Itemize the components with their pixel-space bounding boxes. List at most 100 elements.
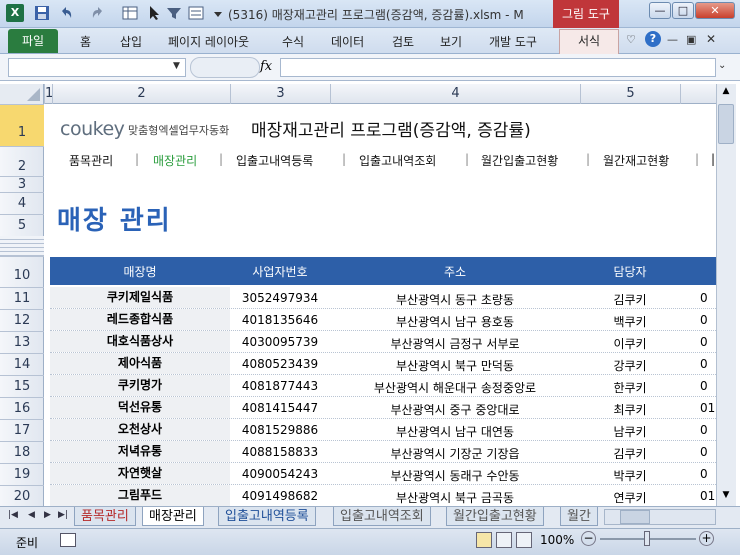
manager-cell[interactable]: 박쿠키 bbox=[580, 467, 680, 484]
phone-cell[interactable]: 0 bbox=[700, 335, 716, 349]
table-header-manager[interactable]: 담당자 bbox=[580, 263, 680, 280]
table-row[interactable]: 덕선유통 4081415447 부산광역시 중구 중앙대로 최쿠키 01 bbox=[50, 397, 716, 419]
row-header[interactable]: 2 bbox=[0, 146, 44, 176]
phone-cell[interactable]: 0 bbox=[700, 467, 716, 481]
biz-number-cell[interactable]: 4090054243 bbox=[230, 467, 330, 481]
scroll-down-icon[interactable]: ▼ bbox=[718, 490, 734, 504]
table-row[interactable]: 레드종합식품 4018135646 부산광역시 남구 용호동 백쿠키 0 bbox=[50, 309, 716, 331]
minimize-button[interactable]: — bbox=[649, 2, 671, 19]
page-break-view-icon[interactable] bbox=[516, 532, 532, 548]
store-name-cell[interactable]: 대호식품상사 bbox=[50, 331, 230, 352]
table-row[interactable]: 자연햇살 4090054243 부산광역시 동래구 수안동 박쿠키 0 bbox=[50, 463, 716, 485]
address-cell[interactable]: 부산광역시 동래구 수안동 bbox=[330, 467, 580, 484]
zoom-level[interactable]: 100% bbox=[540, 533, 574, 547]
column-header[interactable]: 5 bbox=[580, 84, 680, 104]
tab-insert[interactable]: 삽입 bbox=[120, 33, 142, 50]
filter-icon[interactable] bbox=[166, 5, 182, 21]
excel-app-icon[interactable]: X bbox=[6, 4, 24, 22]
row-header[interactable]: 19 bbox=[0, 463, 44, 485]
phone-cell[interactable]: 0 bbox=[700, 291, 716, 305]
store-name-cell[interactable]: 쿠키명가 bbox=[50, 375, 230, 396]
phone-cell[interactable]: 01 bbox=[700, 489, 716, 503]
tab-page-layout[interactable]: 페이지 레이아웃 bbox=[168, 33, 249, 50]
tab-home[interactable]: 홈 bbox=[80, 33, 91, 50]
chevron-down-icon[interactable]: ♡ bbox=[626, 33, 636, 46]
column-header[interactable]: 4 bbox=[330, 84, 580, 104]
nav-item-io-register[interactable]: 입출고내역등록 bbox=[236, 152, 313, 169]
select-all-corner[interactable] bbox=[0, 84, 44, 104]
horizontal-scroll-thumb[interactable] bbox=[620, 510, 650, 524]
table-header-biz-number[interactable]: 사업자번호 bbox=[230, 263, 330, 280]
tab-view[interactable]: 보기 bbox=[440, 33, 462, 50]
row-header[interactable]: 10 bbox=[0, 256, 44, 287]
vertical-scroll-thumb[interactable] bbox=[718, 104, 734, 144]
customize-toolbar-icon[interactable] bbox=[210, 5, 226, 21]
biz-number-cell[interactable]: 4081877443 bbox=[230, 379, 330, 393]
store-name-cell[interactable]: 제아식품 bbox=[50, 353, 230, 374]
table-header-store-name[interactable]: 매장명 bbox=[50, 263, 230, 280]
manager-cell[interactable]: 한쿠키 bbox=[580, 379, 680, 396]
normal-view-icon[interactable] bbox=[476, 532, 492, 548]
address-cell[interactable]: 부산광역시 해운대구 송정중앙로 bbox=[330, 379, 580, 396]
store-name-cell[interactable]: 덕선유통 bbox=[50, 397, 230, 418]
store-name-cell[interactable]: 오천상사 bbox=[50, 419, 230, 440]
form-icon[interactable] bbox=[188, 5, 204, 21]
table-header-address[interactable]: 주소 bbox=[330, 263, 580, 280]
table-row[interactable]: 쿠키제일식품 3052497934 부산광역시 동구 초량동 김쿠키 0 bbox=[50, 287, 716, 309]
row-header[interactable]: 12 bbox=[0, 309, 44, 331]
row-header[interactable]: 11 bbox=[0, 287, 44, 309]
address-cell[interactable]: 부산광역시 북구 만덕동 bbox=[330, 357, 580, 374]
address-cell[interactable]: 부산광역시 동구 초량동 bbox=[330, 291, 580, 308]
scroll-up-icon[interactable]: ▲ bbox=[718, 86, 734, 100]
table-row[interactable]: 쿠키명가 4081877443 부산광역시 해운대구 송정중앙로 한쿠키 0 bbox=[50, 375, 716, 397]
store-name-cell[interactable]: 자연햇살 bbox=[50, 463, 230, 484]
phone-cell[interactable]: 0 bbox=[700, 357, 716, 371]
column-header[interactable] bbox=[680, 84, 716, 104]
undo-icon[interactable] bbox=[58, 5, 74, 21]
insert-function-icon[interactable]: fx bbox=[260, 59, 272, 74]
prev-sheet-icon[interactable]: ◀ bbox=[28, 510, 35, 520]
table-row[interactable]: 제아식품 4080523439 부산광역시 북구 만덕동 강쿠키 0 bbox=[50, 353, 716, 375]
tab-formulas[interactable]: 수식 bbox=[282, 33, 304, 50]
first-sheet-icon[interactable]: |◀ bbox=[8, 510, 18, 520]
formula-expand-icon[interactable]: ⌄ bbox=[718, 60, 726, 71]
help-icon[interactable]: ? bbox=[645, 31, 661, 47]
manager-cell[interactable]: 남쿠키 bbox=[580, 423, 680, 440]
zoom-slider-thumb[interactable] bbox=[644, 531, 650, 546]
column-header[interactable]: 2 bbox=[52, 84, 230, 104]
row-header[interactable]: 1 bbox=[0, 104, 44, 146]
nav-item-io-search[interactable]: 입출고내역조회 bbox=[359, 152, 436, 169]
phone-cell[interactable]: 0 bbox=[700, 445, 716, 459]
biz-number-cell[interactable]: 3052497934 bbox=[230, 291, 330, 305]
address-cell[interactable]: 부산광역시 남구 대연동 bbox=[330, 423, 580, 440]
biz-number-cell[interactable]: 4030095739 bbox=[230, 335, 330, 349]
ribbon-close-icon[interactable]: ✕ bbox=[706, 32, 716, 46]
table-row[interactable]: 오천상사 4081529886 부산광역시 남구 대연동 남쿠키 0 bbox=[50, 419, 716, 441]
sheet-tab-io-register[interactable]: 입출고내역등록 bbox=[218, 507, 316, 526]
page-layout-view-icon[interactable] bbox=[496, 532, 512, 548]
phone-cell[interactable]: 0 bbox=[700, 379, 716, 393]
row-header[interactable]: 5 bbox=[0, 214, 44, 236]
table-icon[interactable] bbox=[122, 5, 138, 21]
nav-item-overflow[interactable]: | bbox=[711, 152, 715, 166]
address-cell[interactable]: 부산광역시 북구 금곡동 bbox=[330, 489, 580, 506]
address-cell[interactable]: 부산광역시 기장군 기장읍 bbox=[330, 445, 580, 462]
biz-number-cell[interactable]: 4091498682 bbox=[230, 489, 330, 503]
select-cursor-icon[interactable] bbox=[146, 5, 162, 21]
phone-cell[interactable]: 0 bbox=[700, 313, 716, 327]
row-header[interactable]: 16 bbox=[0, 397, 44, 419]
table-row[interactable]: 저녁유통 4088158833 부산광역시 기장군 기장읍 김쿠키 0 bbox=[50, 441, 716, 463]
biz-number-cell[interactable]: 4081415447 bbox=[230, 401, 330, 415]
manager-cell[interactable]: 연쿠키 bbox=[580, 489, 680, 506]
row-header[interactable]: 13 bbox=[0, 331, 44, 353]
row-header[interactable]: 18 bbox=[0, 441, 44, 463]
address-cell[interactable]: 부산광역시 금정구 서부로 bbox=[330, 335, 580, 352]
row-header[interactable]: 15 bbox=[0, 375, 44, 397]
row-header[interactable]: 4 bbox=[0, 192, 44, 214]
last-sheet-icon[interactable]: ▶| bbox=[58, 510, 68, 520]
column-header[interactable]: 1 bbox=[44, 84, 53, 104]
manager-cell[interactable]: 김쿠키 bbox=[580, 445, 680, 462]
sheet-tab-monthly-stock[interactable]: 월간 bbox=[560, 507, 598, 526]
row-header[interactable]: 14 bbox=[0, 353, 44, 375]
phone-cell[interactable]: 0 bbox=[700, 423, 716, 437]
